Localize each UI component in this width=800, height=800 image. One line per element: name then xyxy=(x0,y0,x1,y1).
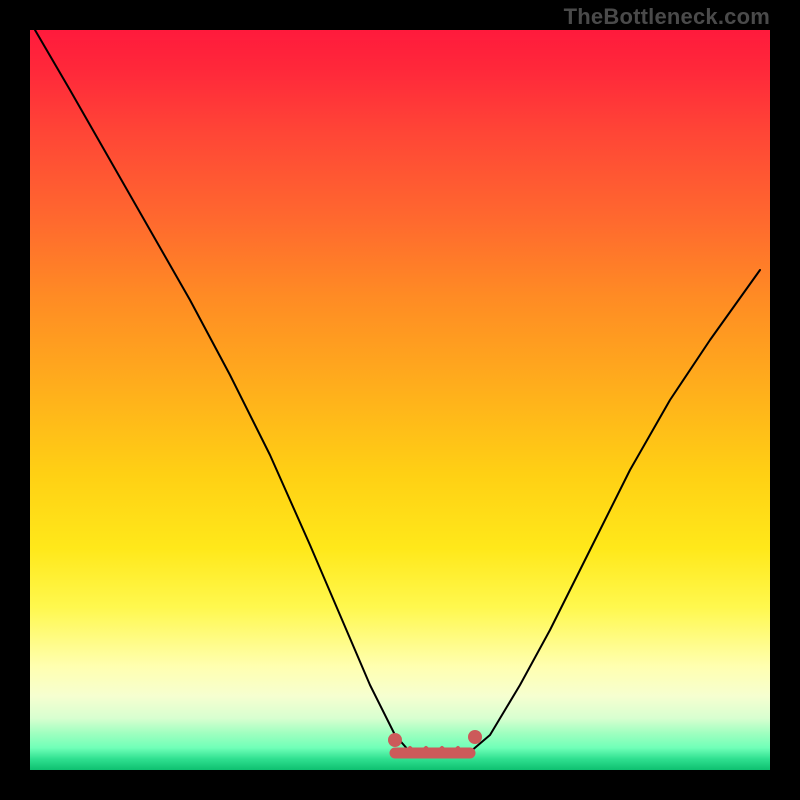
plot-area xyxy=(30,30,770,770)
bottom-marker-dot-right xyxy=(468,730,482,744)
curve-layer xyxy=(30,30,770,770)
watermark-text: TheBottleneck.com xyxy=(564,4,770,30)
bottom-marker-dot-left xyxy=(388,733,402,747)
bottleneck-curve xyxy=(35,30,760,757)
chart-frame: TheBottleneck.com xyxy=(0,0,800,800)
